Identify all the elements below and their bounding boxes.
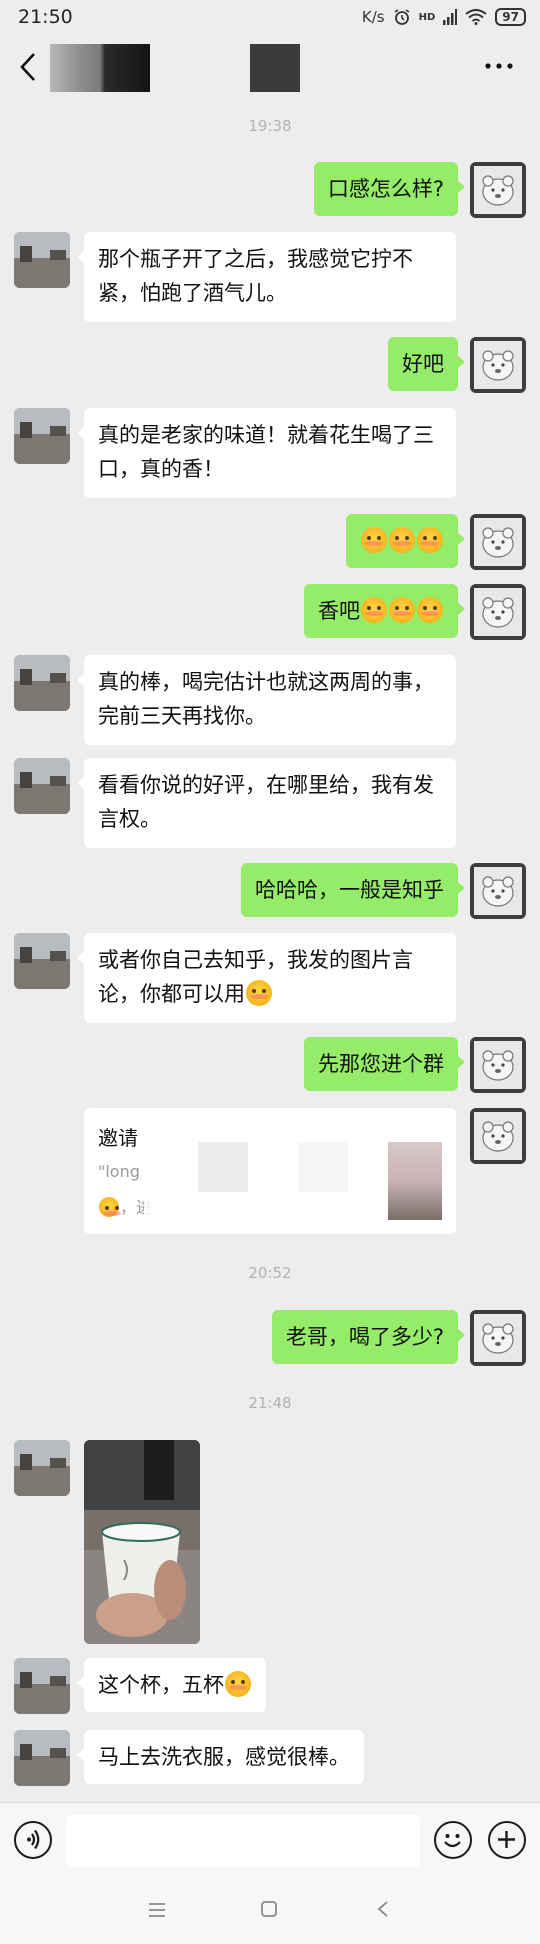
- signal-hd-label: HD: [418, 11, 436, 23]
- message-bubble-in[interactable]: 或者你自己去知乎，我发的图片言论，你都可以用: [77, 933, 456, 1023]
- my-avatar[interactable]: [470, 1037, 526, 1093]
- message-bubble-in[interactable]: 马上去洗衣服，感觉很棒。: [77, 1730, 364, 1784]
- my-avatar[interactable]: [470, 1310, 526, 1366]
- message-text: 这个杯，五杯: [98, 1673, 224, 1697]
- status-time: 21:50: [18, 6, 73, 28]
- friend-avatar[interactable]: [14, 1440, 70, 1496]
- timestamp: 19:38: [248, 117, 292, 135]
- message-text: 口感怎么样?: [327, 177, 444, 201]
- my-avatar[interactable]: [470, 337, 526, 393]
- back-triangle-icon[interactable]: [374, 1900, 392, 1918]
- menu-icon[interactable]: [148, 1902, 166, 1918]
- network-speed: K/s: [361, 8, 385, 26]
- chat-screen: 21:50 K/s HD 97 19:38 口感怎么样? 那个瓶子开了之后，我感…: [0, 0, 540, 1944]
- message-text: 香吧: [318, 599, 360, 623]
- chevron-left-icon[interactable]: [14, 50, 44, 84]
- message-input[interactable]: [66, 1815, 420, 1867]
- timestamp: 20:52: [248, 1264, 292, 1282]
- input-bar: [0, 1802, 540, 1877]
- message-text: 看看你说的好评，在哪里给，我有发言权。: [98, 773, 434, 831]
- my-avatar[interactable]: [470, 1108, 526, 1164]
- friend-avatar[interactable]: [14, 758, 70, 814]
- my-avatar[interactable]: [470, 584, 526, 640]
- message-bubble-out[interactable]: 老哥，喝了多少?: [271, 1310, 466, 1364]
- blush-emoji-icon: [389, 597, 415, 623]
- more-dots-icon[interactable]: [482, 54, 516, 78]
- message-text: 真的棒，喝完估计也就这两周的事，完前三天再找你。: [98, 670, 434, 728]
- blush-emoji-icon: [246, 980, 272, 1006]
- message-text: 老哥，喝了多少?: [285, 1325, 444, 1349]
- friend-avatar[interactable]: [14, 232, 70, 288]
- battery-icon: 97: [495, 8, 526, 26]
- message-bubble-out[interactable]: 好吧: [388, 337, 465, 391]
- blush-emoji-icon: [361, 527, 387, 553]
- chat-header: [0, 34, 540, 98]
- blush-emoji-icon: [417, 597, 443, 623]
- message-bubble-out[interactable]: 香吧: [304, 584, 465, 638]
- message-bubble-in[interactable]: 真的是老家的味道！就着花生喝了三口，真的香！: [77, 408, 456, 498]
- alarm-icon: [394, 9, 410, 25]
- friend-avatar[interactable]: [14, 408, 70, 464]
- blush-emoji-icon: [225, 1671, 251, 1697]
- system-navigation-bar: [0, 1876, 540, 1944]
- my-avatar[interactable]: [470, 514, 526, 570]
- voice-icon[interactable]: [14, 1821, 52, 1859]
- message-text: 哈哈哈，一般是知乎: [255, 878, 444, 902]
- blush-emoji-icon: [389, 527, 415, 553]
- blush-emoji-icon: [417, 527, 443, 553]
- message-bubble-in[interactable]: 真的棒，喝完估计也就这两周的事，完前三天再找你。: [77, 655, 456, 745]
- message-bubble-out[interactable]: 先那您进个群: [304, 1037, 465, 1091]
- invite-title: 邀请: [98, 1126, 138, 1150]
- status-icons: K/s HD 97: [362, 8, 526, 26]
- blurred-block: [198, 1142, 248, 1192]
- message-text: 马上去洗衣服，感觉很棒。: [98, 1745, 350, 1769]
- message-bubble-out[interactable]: 哈哈哈，一般是知乎: [241, 863, 465, 917]
- message-bubble-out[interactable]: 口感怎么样?: [313, 162, 466, 216]
- photo-message-cup[interactable]: [84, 1440, 200, 1644]
- smiley-icon[interactable]: [434, 1821, 472, 1859]
- message-text: 那个瓶子开了之后，我感觉它拧不紧，怕跑了酒气儿。: [98, 247, 413, 305]
- wifi-icon: [465, 9, 487, 25]
- contact-name-redacted: [50, 44, 150, 92]
- group-avatar-image: [388, 1142, 442, 1220]
- plus-icon[interactable]: [488, 1821, 526, 1859]
- friend-avatar[interactable]: [14, 1730, 70, 1786]
- status-bar: 21:50 K/s HD 97: [0, 0, 540, 34]
- contact-name-redacted-2: [250, 44, 300, 92]
- friend-avatar[interactable]: [14, 1658, 70, 1714]
- message-bubble-in[interactable]: 那个瓶子开了之后，我感觉它拧不紧，怕跑了酒气儿。: [77, 232, 456, 322]
- my-avatar[interactable]: [470, 863, 526, 919]
- message-text: 真的是老家的味道！就着花生喝了三口，真的香！: [98, 423, 434, 481]
- grin-emoji-icon: [99, 1197, 121, 1217]
- timestamp: 21:48: [248, 1394, 292, 1412]
- signal-icon: [443, 9, 458, 25]
- message-bubble-out[interactable]: [346, 514, 465, 568]
- friend-avatar[interactable]: [14, 933, 70, 989]
- group-invite-card[interactable]: 邀请 "long ，进: [84, 1108, 456, 1234]
- friend-avatar[interactable]: [14, 655, 70, 711]
- message-text: 先那您进个群: [318, 1052, 444, 1076]
- my-avatar[interactable]: [470, 162, 526, 218]
- invite-quote: "long: [98, 1162, 140, 1181]
- message-bubble-in[interactable]: 看看你说的好评，在哪里给，我有发言权。: [77, 758, 456, 848]
- message-text: 好吧: [402, 352, 444, 376]
- message-bubble-in[interactable]: 这个杯，五杯: [77, 1658, 266, 1712]
- blush-emoji-icon: [361, 597, 387, 623]
- blurred-block-2: [298, 1142, 348, 1192]
- home-square-icon[interactable]: [260, 1900, 278, 1918]
